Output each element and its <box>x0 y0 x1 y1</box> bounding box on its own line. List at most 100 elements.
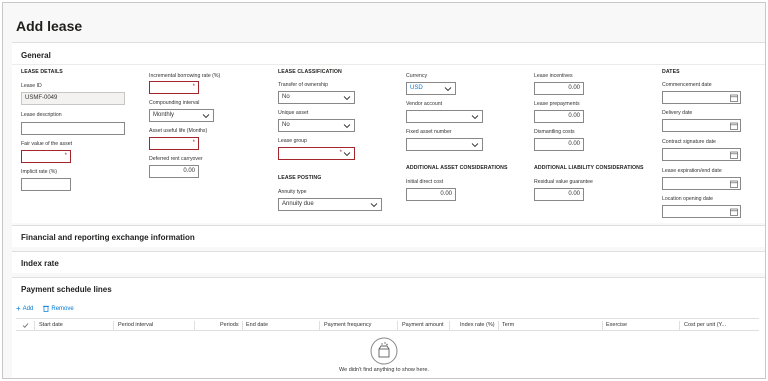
vendor-account-label: Vendor account <box>406 101 443 107</box>
transfer-of-ownership-dropdown[interactable]: No <box>278 91 355 104</box>
grid-toolbar: + Add Remove <box>16 304 74 313</box>
unique-asset-dropdown[interactable]: No <box>278 119 355 132</box>
lease-id-label: Lease ID <box>21 83 42 89</box>
payment-schedule-header[interactable]: Payment schedule lines <box>21 285 112 294</box>
deferred-rent-field[interactable]: 0.00 <box>149 165 199 178</box>
incremental-borrowing-rate-field[interactable]: * <box>149 81 199 94</box>
column-term[interactable]: Term <box>502 322 514 328</box>
lease-id-field[interactable]: USMF-0049 <box>21 92 125 105</box>
fixed-asset-number-label: Fixed asset number <box>406 129 452 135</box>
lease-classification-heading: LEASE CLASSIFICATION <box>278 69 342 75</box>
currency-dropdown[interactable]: USD <box>406 82 456 95</box>
dates-heading: DATES <box>662 69 680 75</box>
transfer-of-ownership-value: No <box>282 94 290 100</box>
contract-signature-date-label: Contract signature date <box>662 139 716 145</box>
chevron-down-icon <box>471 115 479 120</box>
lease-details-heading: LEASE DETAILS <box>21 69 63 75</box>
unique-asset-value: No <box>282 122 290 128</box>
plus-icon: + <box>16 304 21 313</box>
lease-expiration-date-field[interactable] <box>662 177 741 190</box>
chevron-down-icon <box>202 114 210 119</box>
implicit-rate-label: Implicit rate (%) <box>21 169 58 175</box>
lease-incentives-field[interactable]: 0.00 <box>534 82 584 95</box>
column-separator <box>194 321 195 330</box>
section-divider <box>12 64 765 65</box>
index-rate-section-header[interactable]: Index rate <box>21 259 59 268</box>
column-payment-amount[interactable]: Payment amount <box>402 322 444 328</box>
incremental-borrowing-rate-label: Incremental borrowing rate (%) <box>149 73 221 79</box>
calendar-icon[interactable] <box>730 122 738 130</box>
column-index-rate[interactable]: Index rate (%) <box>460 322 495 328</box>
fair-value-field[interactable]: * <box>21 150 71 163</box>
currency-value: USD <box>410 85 423 91</box>
delivery-date-field[interactable] <box>662 119 741 132</box>
add-button[interactable]: + Add <box>16 304 33 313</box>
annuity-type-dropdown[interactable]: Annuity due <box>278 198 382 211</box>
location-opening-date-field[interactable] <box>662 205 741 218</box>
dismantling-costs-field[interactable]: 0.00 <box>534 138 584 151</box>
column-separator <box>242 321 243 330</box>
column-separator <box>397 321 398 330</box>
commencement-date-field[interactable] <box>662 91 741 104</box>
column-cost-per-unit[interactable]: Cost per unit (Y... <box>684 322 726 328</box>
compounding-interval-value: Monthly <box>153 112 175 118</box>
column-end-date[interactable]: End date <box>246 322 268 328</box>
residual-value-label: Residual value guarantee <box>534 179 593 185</box>
vendor-account-dropdown[interactable] <box>406 110 483 123</box>
delivery-date-label: Delivery date <box>662 110 693 116</box>
add-lease-window: Add lease General LEASE DETAILS Lease ID… <box>2 2 766 379</box>
calendar-icon[interactable] <box>730 94 738 102</box>
select-all-checkmark-icon[interactable] <box>22 322 29 329</box>
column-separator <box>498 321 499 330</box>
lease-group-label: Lease group <box>278 138 307 144</box>
initial-direct-cost-field[interactable]: 0.00 <box>406 188 456 201</box>
calendar-icon[interactable] <box>730 180 738 188</box>
general-section: General LEASE DETAILS Lease ID USMF-0049… <box>12 42 765 223</box>
general-section-header[interactable]: General <box>21 51 51 60</box>
column-period-interval[interactable]: Period interval <box>118 322 153 328</box>
trash-icon <box>43 305 50 312</box>
lease-description-field[interactable] <box>21 122 125 135</box>
calendar-icon[interactable] <box>730 151 738 159</box>
contract-signature-date-field[interactable] <box>662 148 741 161</box>
lease-prepayments-field[interactable]: 0.00 <box>534 110 584 123</box>
financial-section[interactable]: Financial and reporting exchange informa… <box>12 225 765 247</box>
chevron-down-icon <box>370 203 378 208</box>
payment-grid-header: Start date Period interval Periods End d… <box>16 318 759 331</box>
column-payment-frequency[interactable]: Payment frequency <box>324 322 371 328</box>
asset-useful-life-field[interactable]: * <box>149 137 199 150</box>
fixed-asset-number-dropdown[interactable] <box>406 138 483 151</box>
asset-useful-life-label: Asset useful life (Months) <box>149 128 208 134</box>
annuity-type-value: Annuity due <box>282 201 314 207</box>
index-rate-section[interactable]: Index rate <box>12 251 765 273</box>
transfer-of-ownership-label: Transfer of ownership <box>278 82 328 88</box>
remove-button[interactable]: Remove <box>43 304 74 313</box>
column-separator <box>113 321 114 330</box>
chevron-down-icon <box>343 124 351 129</box>
annuity-type-label: Annuity type <box>278 189 307 195</box>
implicit-rate-field[interactable] <box>21 178 71 191</box>
column-separator <box>679 321 680 330</box>
additional-asset-heading: ADDITIONAL ASSET CONSIDERATIONS <box>406 165 508 171</box>
required-marker: * <box>192 140 195 146</box>
lease-group-dropdown[interactable]: * <box>278 147 355 160</box>
empty-state-message: We didn't find anything to show here. <box>339 367 429 373</box>
residual-value-field[interactable]: 0.00 <box>534 188 584 201</box>
financial-section-header[interactable]: Financial and reporting exchange informa… <box>21 233 195 242</box>
column-periods[interactable]: Periods <box>220 322 239 328</box>
column-start-date[interactable]: Start date <box>39 322 63 328</box>
commencement-date-label: Commencement date <box>662 82 712 88</box>
chevron-down-icon <box>343 96 351 101</box>
chevron-down-icon <box>444 87 452 92</box>
lease-expiration-date-label: Lease expiration/end date <box>662 168 722 174</box>
lease-incentives-label: Lease incentives <box>534 73 573 79</box>
compounding-interval-dropdown[interactable]: Monthly <box>149 109 214 122</box>
calendar-icon[interactable] <box>730 208 738 216</box>
compounding-interval-label: Compounding interval <box>149 100 200 106</box>
column-separator <box>602 321 603 330</box>
column-exercise[interactable]: Exercise <box>606 322 627 328</box>
lease-description-label: Lease description <box>21 112 62 118</box>
page-title: Add lease <box>16 18 83 34</box>
location-opening-date-label: Location opening date <box>662 196 714 202</box>
add-label: Add <box>22 305 34 312</box>
